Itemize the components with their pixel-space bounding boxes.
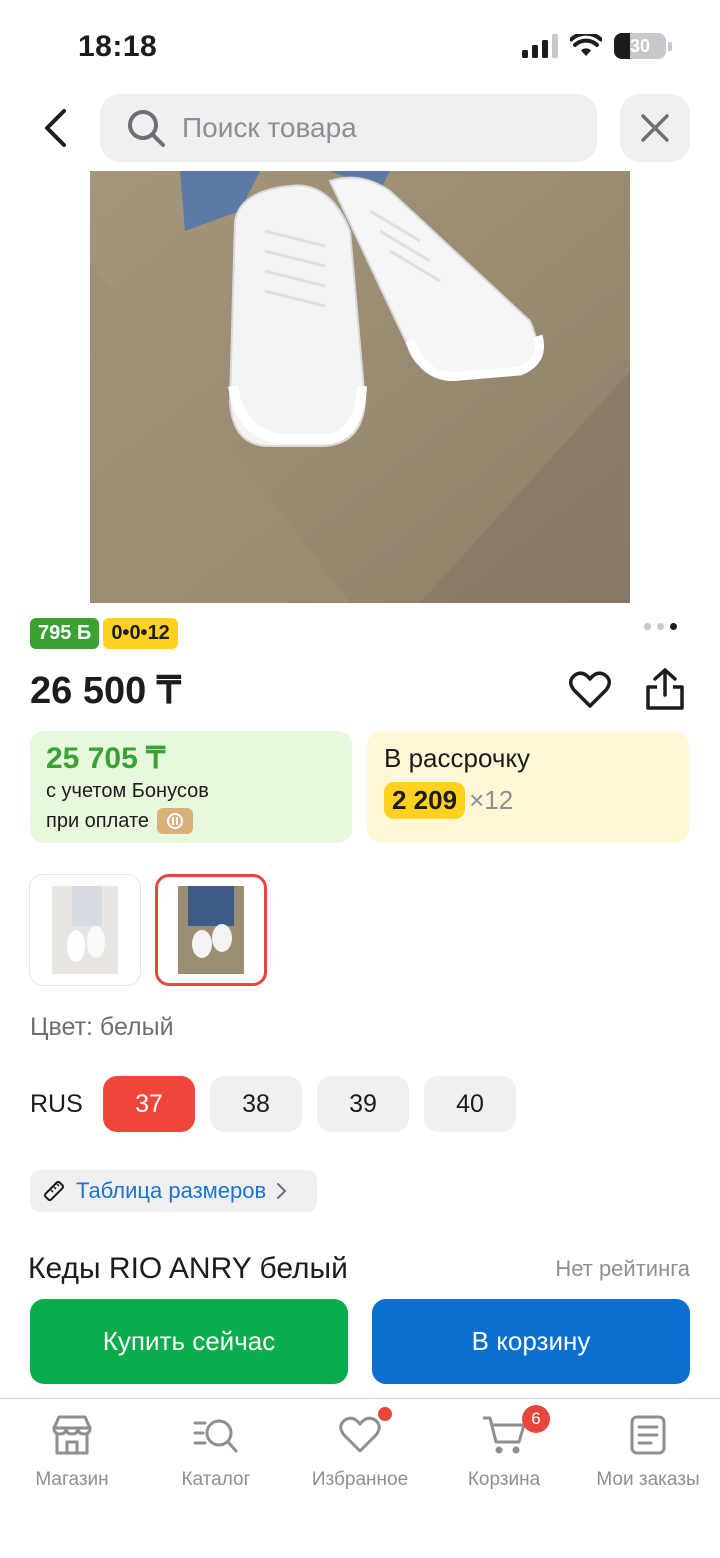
ruler-icon	[43, 1180, 65, 1202]
status-time: 18:18	[78, 30, 158, 63]
sneakers-photo	[90, 171, 630, 603]
back-button[interactable]	[30, 102, 80, 154]
orders-icon	[630, 1415, 666, 1455]
pager-dot	[644, 623, 651, 630]
battery-icon: 30	[614, 33, 666, 59]
battery-level: 30	[629, 35, 651, 56]
thumbnail-1[interactable]	[29, 874, 141, 986]
add-to-cart-button[interactable]: В корзину	[372, 1299, 690, 1384]
promo-badges: 795 Б 0•0•12	[30, 618, 178, 649]
cart-icon	[483, 1416, 526, 1454]
size-selector: RUS 37 38 39 40	[30, 1076, 531, 1132]
nav-item-catalog[interactable]: Каталог	[144, 1411, 288, 1491]
chevron-left-icon	[45, 109, 66, 147]
notification-dot	[378, 1407, 392, 1421]
size-option-38[interactable]: 38	[210, 1076, 302, 1132]
nav-item-favorites[interactable]: Избранное	[288, 1407, 432, 1491]
bonus-badge: 795 Б	[30, 618, 100, 649]
size-table-link[interactable]: Таблица размеров	[30, 1170, 317, 1212]
nav-label-store: Магазин	[35, 1469, 109, 1490]
nav-label-favorites: Избранное	[311, 1469, 409, 1490]
thumbnail-2-selected[interactable]	[155, 874, 267, 986]
nav-item-cart[interactable]: 6 Корзина	[432, 1405, 576, 1491]
search-input[interactable]	[182, 112, 562, 144]
bonus-price: 25 705 ₸	[46, 742, 166, 775]
nav-item-store[interactable]: Магазин	[0, 1411, 144, 1491]
share-button[interactable]	[640, 664, 690, 714]
thumbnail-image	[178, 886, 244, 974]
favorite-button[interactable]	[566, 666, 614, 714]
installment-title: В рассрочку	[384, 743, 531, 773]
installment-badge: 0•0•12	[103, 618, 178, 649]
cart-count-badge: 6	[522, 1405, 550, 1433]
search-box[interactable]	[100, 94, 597, 162]
close-icon	[641, 114, 669, 142]
size-system-label: RUS	[30, 1089, 83, 1118]
installment-amount: 2 209	[384, 782, 466, 819]
pager-dot	[657, 623, 664, 630]
size-option-40[interactable]: 40	[424, 1076, 516, 1132]
bonus-line-1: с учетом Бонусов	[46, 780, 209, 802]
wifi-icon	[570, 34, 602, 56]
color-label: Цвет: белый	[30, 1013, 174, 1041]
product-image[interactable]	[90, 171, 630, 603]
signal-icon	[522, 34, 558, 58]
installment-multiplier: ×12	[469, 785, 514, 815]
chevron-right-icon	[277, 1183, 287, 1199]
buy-now-button[interactable]: Купить сейчас	[30, 1299, 348, 1384]
price: 26 500 ₸	[30, 670, 181, 712]
size-option-39[interactable]: 39	[317, 1076, 409, 1132]
installment-card[interactable]: В рассрочку 2 209 ×12	[367, 731, 689, 843]
nav-item-orders[interactable]: Мои заказы	[576, 1411, 720, 1491]
payment-card-icon	[157, 808, 194, 834]
status-icons: 30	[522, 33, 672, 59]
nav-label-catalog: Каталог	[181, 1469, 251, 1490]
nav-label-orders: Мои заказы	[596, 1469, 700, 1490]
bonus-line-2-text: при оплате	[46, 810, 150, 832]
bonus-price-card[interactable]: 25 705 ₸ с учетом Бонусов при оплате	[30, 731, 352, 843]
nav-label-cart: Корзина	[467, 1469, 541, 1490]
heart-icon	[569, 671, 611, 708]
thumbnail-image	[52, 886, 118, 974]
search-icon	[128, 110, 165, 147]
bottom-navigation: Магазин Каталог Избранное 6 Корзина Мои …	[0, 1398, 720, 1558]
close-button[interactable]	[620, 94, 690, 162]
heart-icon	[339, 1416, 381, 1453]
product-title: Кеды RIO ANRY белый	[28, 1252, 348, 1285]
bonus-line-2: при оплате	[46, 806, 336, 836]
pager-dot-active	[670, 623, 677, 630]
size-option-37[interactable]: 37	[103, 1076, 195, 1132]
share-icon	[646, 668, 684, 710]
rating-text[interactable]: Нет рейтинга	[555, 1256, 690, 1282]
gallery-pager	[644, 623, 677, 630]
size-table-label: Таблица размеров	[76, 1178, 267, 1203]
store-icon	[52, 1415, 92, 1455]
catalog-search-icon	[193, 1419, 238, 1453]
